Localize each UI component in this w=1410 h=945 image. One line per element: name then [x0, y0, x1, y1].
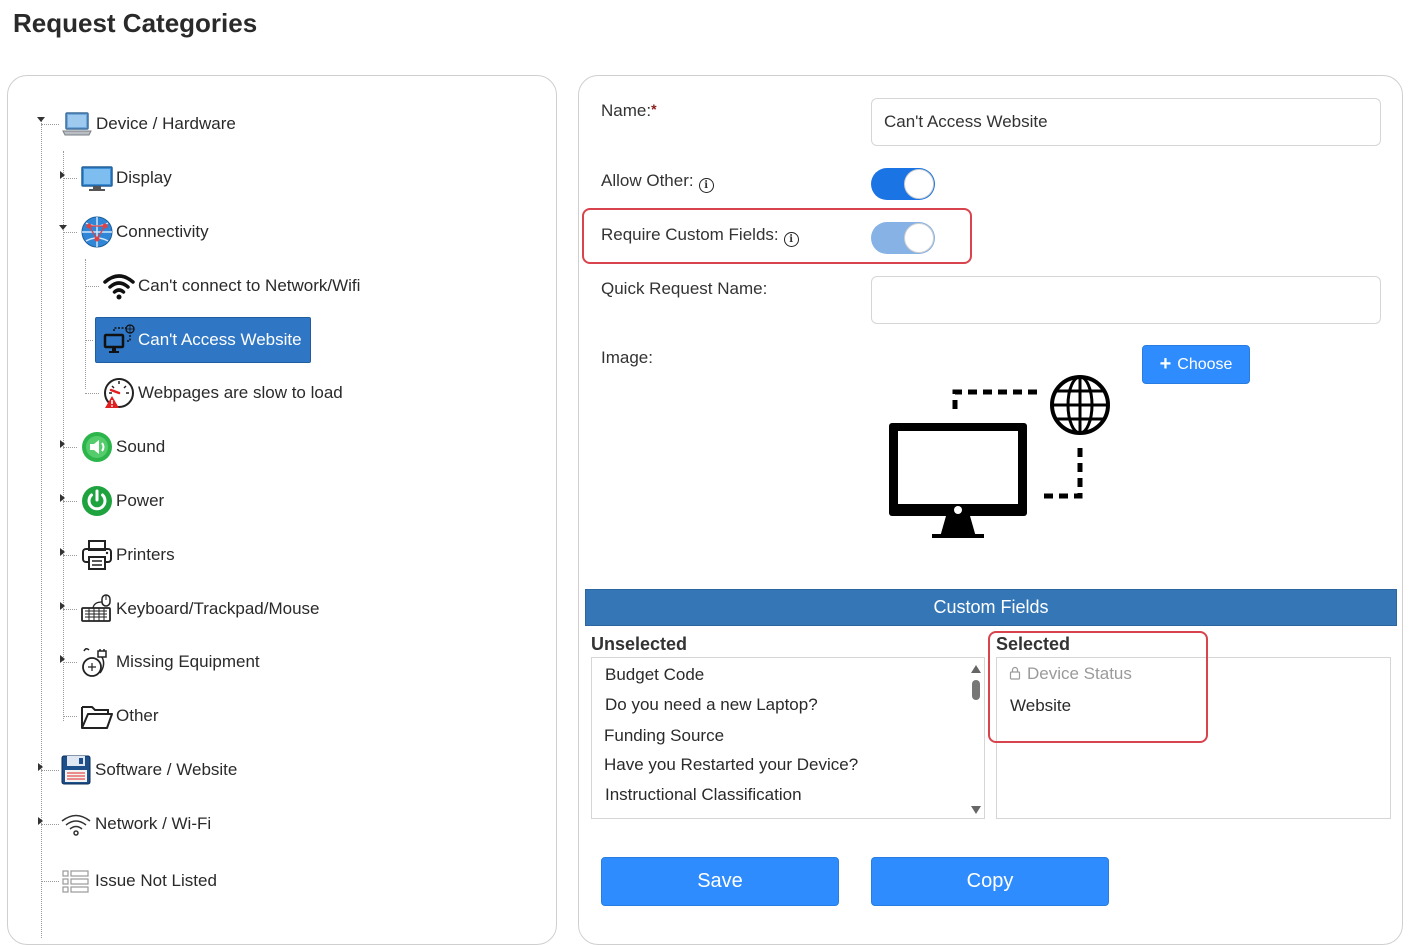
save-button[interactable]: Save — [601, 857, 839, 906]
tree-connector — [41, 824, 59, 825]
tree-connector — [41, 124, 59, 125]
tree-connector — [63, 662, 77, 663]
toggle-knob — [904, 169, 934, 199]
tree-node-connectivity[interactable]: Connectivity — [80, 212, 209, 252]
custom-fields-header: Custom Fields — [585, 589, 1397, 626]
computer-globe-icon — [889, 375, 1110, 538]
allow-other-label: Allow Other: i — [601, 171, 714, 193]
tree-node-missing-equipment[interactable]: Missing Equipment — [80, 642, 260, 682]
expand-toggle-power[interactable] — [60, 494, 65, 502]
name-label-text: Name: — [601, 101, 652, 120]
floppy-disk-icon — [59, 753, 93, 787]
tree-connector — [63, 555, 77, 556]
scroll-up-arrow[interactable] — [971, 665, 981, 673]
list-item[interactable]: Do you need a new Laptop? — [605, 695, 818, 715]
tree-connector — [63, 151, 64, 721]
unselected-title: Unselected — [591, 634, 688, 654]
tree-connector — [85, 286, 99, 287]
image-label: Image: — [601, 348, 653, 367]
tree-connector — [85, 340, 93, 341]
require-custom-fields-toggle[interactable] — [871, 222, 935, 254]
expand-toggle-device-hardware[interactable] — [37, 117, 45, 122]
printer-icon — [80, 538, 114, 572]
tree-connector — [63, 447, 77, 448]
require-custom-fields-label-text: Require Custom Fields: — [601, 225, 779, 244]
tree-connector — [41, 118, 42, 938]
tree-node-webpages-slow[interactable]: Webpages are slow to load — [102, 373, 343, 413]
tree-node-device-hardware[interactable]: Device / Hardware — [60, 104, 236, 144]
list-item[interactable]: Funding Source — [604, 726, 724, 746]
speaker-icon — [80, 430, 114, 464]
expand-toggle-software-website[interactable] — [38, 763, 43, 771]
list-item[interactable]: Budget Code — [605, 665, 704, 685]
wifi-outline-icon — [59, 807, 93, 841]
monitor-icon — [80, 161, 114, 195]
folder-open-icon — [80, 699, 114, 733]
page-title: Request Categories — [13, 8, 258, 38]
quick-request-name-input[interactable] — [871, 276, 1381, 324]
quick-request-name-label: Quick Request Name: — [601, 279, 768, 298]
tree-connector — [41, 770, 59, 771]
tree-node-sound[interactable]: Sound — [80, 427, 165, 467]
tree-node-software-website[interactable]: Software / Website — [59, 750, 237, 790]
expand-toggle-keyboard[interactable] — [60, 602, 65, 610]
allow-other-label-text: Allow Other: — [601, 171, 694, 190]
tree-node-printers[interactable]: Printers — [80, 535, 175, 575]
expand-toggle-display[interactable] — [60, 171, 65, 179]
category-tree-panel: Device / Hardware Display Connectivity C… — [7, 75, 557, 945]
tree-connector — [85, 259, 86, 389]
power-icon — [80, 484, 114, 518]
missing-equipment-icon — [80, 645, 114, 679]
expand-toggle-missing-equipment[interactable] — [60, 655, 65, 663]
allow-other-toggle[interactable] — [871, 168, 935, 200]
keyboard-mouse-icon — [80, 592, 114, 626]
choose-label: Choose — [1177, 355, 1233, 373]
tree-connector — [41, 881, 59, 882]
list-item[interactable]: Have you Restarted your Device? — [604, 755, 858, 775]
tree-node-other[interactable]: Other — [80, 696, 159, 736]
unselected-fields-list[interactable]: Budget Code Do you need a new Laptop? Fu… — [591, 657, 985, 819]
name-label: Name:* — [601, 101, 657, 121]
scrollbar-thumb[interactable] — [972, 680, 980, 700]
toggle-knob — [904, 223, 934, 253]
info-icon[interactable]: i — [698, 178, 714, 193]
tree-node-power[interactable]: Power — [80, 481, 164, 521]
list-item[interactable]: Instructional Classification — [605, 785, 802, 805]
require-custom-fields-label: Require Custom Fields: i — [601, 225, 799, 247]
choose-image-button[interactable]: + Choose — [1142, 345, 1250, 384]
wifi-icon — [102, 269, 136, 303]
tree-node-display[interactable]: Display — [80, 158, 172, 198]
tree-connector — [85, 393, 99, 394]
name-input[interactable] — [871, 98, 1381, 146]
tree-connector — [63, 232, 77, 233]
computer-globe-icon — [102, 323, 136, 357]
tree-node-issue-not-listed[interactable]: Issue Not Listed — [59, 861, 217, 901]
tree-node-cant-connect-wifi[interactable]: Can't connect to Network/Wifi — [102, 266, 360, 306]
highlight-selected-fields — [988, 631, 1208, 743]
category-form-panel: Name:* Allow Other: i Require Custom Fiel… — [578, 75, 1403, 945]
tree-node-network-wifi[interactable]: Network / Wi-Fi — [59, 804, 211, 844]
tree-node-cant-access-website[interactable]: Can't Access Website — [95, 317, 311, 363]
scroll-down-arrow[interactable] — [971, 806, 981, 814]
tree-connector — [63, 609, 77, 610]
tree-connector — [63, 716, 77, 717]
expand-toggle-sound[interactable] — [60, 440, 65, 448]
network-globe-icon — [80, 215, 114, 249]
laptop-icon — [60, 107, 94, 141]
tree-connector — [63, 178, 77, 179]
info-icon[interactable]: i — [783, 232, 799, 247]
expand-toggle-printers[interactable] — [60, 548, 65, 556]
tree-connector — [63, 501, 77, 502]
expand-toggle-network-wifi[interactable] — [38, 817, 43, 825]
category-image-preview — [884, 371, 1114, 541]
copy-button[interactable]: Copy — [871, 857, 1109, 906]
required-mark: * — [651, 101, 657, 117]
list-icon — [59, 864, 93, 898]
tree-node-keyboard-trackpad-mouse[interactable]: Keyboard/Trackpad/Mouse — [80, 589, 319, 629]
expand-toggle-connectivity[interactable] — [59, 225, 67, 230]
speedometer-warning-icon — [102, 376, 136, 410]
plus-icon: + — [1159, 353, 1172, 375]
